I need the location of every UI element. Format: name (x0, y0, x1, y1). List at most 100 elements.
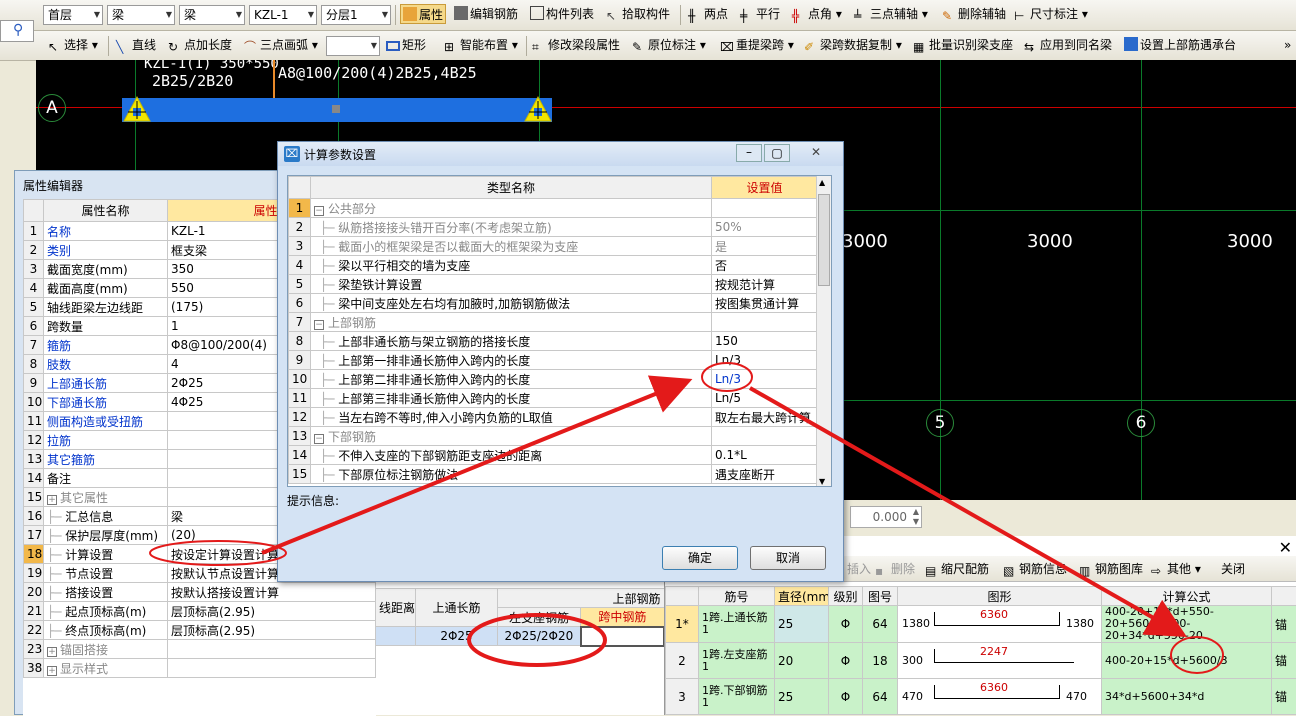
property-row[interactable]: 22 ├─ 终点顶标高(m) 层顶标高(2.95) (24, 621, 376, 640)
line-button[interactable]: ╲直线 (114, 35, 158, 55)
setting-row[interactable]: 3├─ 截面小的框架梁是否以截面大的框架梁为支座 是 (289, 237, 818, 256)
setting-row[interactable]: 4├─ 梁以平行相交的墙为支座 否 (289, 256, 818, 275)
property-value[interactable]: 层顶标高(2.95) (168, 602, 376, 621)
close-rebar-button[interactable]: 关闭 (1219, 559, 1247, 579)
parallel-button[interactable]: ╪平行 (738, 4, 782, 24)
setting-value[interactable]: 150 (712, 332, 818, 351)
collapse-icon[interactable]: − (314, 206, 324, 216)
bar-formula[interactable]: 400-20+15*d+5600/3 (1102, 643, 1272, 679)
bar-figure[interactable]: 64 (863, 679, 898, 715)
bar-figure[interactable]: 64 (863, 606, 898, 643)
minimize-button[interactable]: – (736, 144, 762, 162)
property-value[interactable] (168, 659, 376, 678)
modify-segment-button[interactable]: ⌗修改梁段属性 (530, 35, 622, 55)
three-point-axis-button[interactable]: ╧三点辅轴 ▾ (852, 4, 930, 24)
dialog-close-button[interactable]: ✕ (794, 144, 838, 162)
bar-name[interactable]: 1跨.下部钢筋1 (699, 679, 775, 715)
bar-figure[interactable]: 18 (863, 643, 898, 679)
expand-icon[interactable]: + (47, 666, 57, 676)
setting-value[interactable]: 50% (712, 218, 818, 237)
toolbar-more[interactable]: » (1282, 35, 1293, 55)
type-select-1[interactable]: 梁▼ (107, 5, 175, 25)
properties-button[interactable]: 属性 (400, 4, 446, 24)
setting-row[interactable]: 14├─ 不伸入支座的下部钢筋距支座边的距离 0.1*L (289, 446, 818, 465)
bar-diameter[interactable]: 25 (775, 679, 829, 715)
two-point-button[interactable]: ╫两点 (686, 4, 730, 24)
rebar-row[interactable]: 1* 1跨.上通长筋1 25 Φ 64 1380 6360 1380 400-2… (666, 606, 1296, 643)
setting-value[interactable] (712, 313, 818, 332)
set-top-rebar-button[interactable]: 设置上部筋遇承台 (1122, 35, 1238, 55)
bar-name[interactable]: 1跨.上通长筋1 (699, 606, 775, 643)
scroll-down-icon[interactable]: ▼ (819, 477, 825, 486)
apply-same-name-button[interactable]: ⇆应用到同名梁 (1022, 35, 1114, 55)
setting-value[interactable]: 否 (712, 256, 818, 275)
span-cell-through[interactable]: 2Φ25 (416, 627, 498, 646)
bar-extra[interactable]: 锚 (1272, 679, 1296, 715)
setting-row[interactable]: 6├─ 梁中间支座处左右均有加腋时,加筋钢筋做法 按图集贯通计算 (289, 294, 818, 313)
property-row[interactable]: 23 +锚固搭接 (24, 640, 376, 659)
dimension-button[interactable]: ⊢尺寸标注 ▾ (1012, 4, 1090, 24)
setting-value[interactable]: 取左右最大跨计算 (712, 408, 818, 427)
insert-button[interactable]: 插入 (845, 559, 873, 579)
bar-formula[interactable]: 34*d+5600+34*d (1102, 679, 1272, 715)
select-button[interactable]: ↖选择 ▾ (46, 35, 100, 55)
setting-row[interactable]: 11├─ 上部第三排非通长筋伸入跨内的长度 Ln/5 (289, 389, 818, 408)
setting-row[interactable]: 13−下部钢筋 (289, 427, 818, 446)
dialog-scrollbar[interactable]: ▲ ▼ (816, 176, 831, 487)
setting-row[interactable]: 1−公共部分 (289, 199, 818, 218)
arc-option-select[interactable]: ▼ (326, 36, 380, 56)
property-value[interactable] (168, 640, 376, 659)
scroll-up-icon[interactable]: ▲ (819, 178, 825, 187)
coordinate-input[interactable]: 0.000▲▼ (850, 506, 922, 528)
setting-value[interactable]: Ln/5 (712, 389, 818, 408)
bar-grade[interactable]: Φ (829, 606, 863, 643)
rebar-row[interactable]: 2 1跨.左支座筋1 20 Φ 18 300 2247 400-20+15*d+… (666, 643, 1296, 679)
close-icon[interactable]: ✕ (1279, 538, 1292, 557)
setting-row[interactable]: 7−上部钢筋 (289, 313, 818, 332)
setting-row[interactable]: 15├─ 下部原位标注钢筋做法 遇支座断开 (289, 465, 818, 484)
type-select-2[interactable]: 梁▼ (179, 5, 245, 25)
span-cell-mid[interactable] (581, 627, 664, 646)
setting-value[interactable] (712, 427, 818, 446)
bar-diameter[interactable]: 20 (775, 643, 829, 679)
property-row[interactable]: 20 ├─ 搭接设置 按默认搭接设置计算 (24, 583, 376, 602)
bar-grade[interactable]: Φ (829, 643, 863, 679)
search-box[interactable]: ⚲ (0, 20, 34, 42)
rebar-row[interactable]: 3 1跨.下部钢筋1 25 Φ 64 470 6360 470 34*d+560… (666, 679, 1296, 715)
setting-value[interactable]: 按图集贯通计算 (712, 294, 818, 313)
pick-component-button[interactable]: ↖拾取构件 (604, 4, 672, 24)
point-angle-button[interactable]: ╬点角 ▾ (790, 4, 844, 24)
beam-midpoint-grip[interactable] (332, 105, 340, 113)
setting-row[interactable]: 12├─ 当左右跨不等时,伸入小跨内负筋的L取值 取左右最大跨计算 (289, 408, 818, 427)
setting-value[interactable]: 0.1*L (712, 446, 818, 465)
bar-grade[interactable]: Φ (829, 679, 863, 715)
bar-name[interactable]: 1跨.左支座筋1 (699, 643, 775, 679)
property-value[interactable]: 层顶标高(2.95) (168, 621, 376, 640)
smart-layout-button[interactable]: ⊞智能布置 ▾ (442, 35, 520, 55)
setting-row[interactable]: 2├─ 纵筋搭接接头错开百分率(不考虑架立筋) 50% (289, 218, 818, 237)
component-list-button[interactable]: 构件列表 (528, 4, 596, 24)
batch-identify-button[interactable]: ▦批量识别梁支座 (911, 35, 1015, 55)
point-length-button[interactable]: ↻点加长度 (166, 35, 234, 55)
copy-span-data-button[interactable]: ✐梁跨数据复制 ▾ (802, 35, 904, 55)
rebar-library-button[interactable]: ▥钢筋图库 (1077, 559, 1145, 579)
floor-select[interactable]: 首层▼ (43, 5, 103, 25)
expand-icon[interactable]: + (47, 647, 57, 657)
setting-value[interactable]: Ln/3 (712, 351, 818, 370)
setting-row[interactable]: 9├─ 上部第一排非通长筋伸入跨内的长度 Ln/3 (289, 351, 818, 370)
setting-row[interactable]: 8├─ 上部非通长筋与架立钢筋的搭接长度 150 (289, 332, 818, 351)
layer-select[interactable]: 分层1▼ (321, 5, 391, 25)
setting-value[interactable]: 是 (712, 237, 818, 256)
property-row[interactable]: 38 +显示样式 (24, 659, 376, 678)
span-cell-left[interactable]: 2Φ25/2Φ20 (498, 627, 581, 646)
collapse-icon[interactable]: − (314, 434, 324, 444)
re-span-button[interactable]: ⌧重提梁跨 ▾ (718, 35, 796, 55)
bar-diameter[interactable]: 25 (775, 606, 829, 643)
setting-value[interactable]: Ln/3 (712, 370, 818, 389)
maximize-button[interactable]: ▢ (764, 144, 790, 162)
other-button[interactable]: ⇨其他 ▾ (1149, 559, 1203, 579)
property-row[interactable]: 21 ├─ 起点顶标高(m) 层顶标高(2.95) (24, 602, 376, 621)
collapse-icon[interactable]: − (314, 320, 324, 330)
arc-button[interactable]: ⌒三点画弧 ▾ (242, 35, 320, 55)
element-select[interactable]: KZL-1▼ (249, 5, 317, 25)
